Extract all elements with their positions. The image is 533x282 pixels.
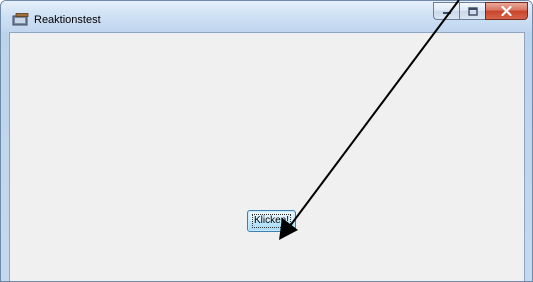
app-window: Reaktionstest — [0, 0, 533, 282]
maximize-button[interactable] — [459, 2, 485, 20]
minimize-button[interactable] — [433, 2, 459, 20]
minimize-icon — [442, 12, 451, 14]
app-window-icon — [12, 13, 29, 26]
close-button[interactable] — [485, 2, 528, 20]
window-controls — [433, 2, 528, 20]
maximize-icon — [467, 6, 478, 16]
click-button-label: Klicken! — [251, 214, 291, 228]
click-button[interactable]: Klicken! — [247, 210, 296, 232]
window-client-area — [9, 32, 525, 281]
title-bar[interactable]: Reaktionstest — [1, 1, 532, 33]
window-title: Reaktionstest — [34, 14, 101, 26]
close-icon — [501, 6, 512, 16]
